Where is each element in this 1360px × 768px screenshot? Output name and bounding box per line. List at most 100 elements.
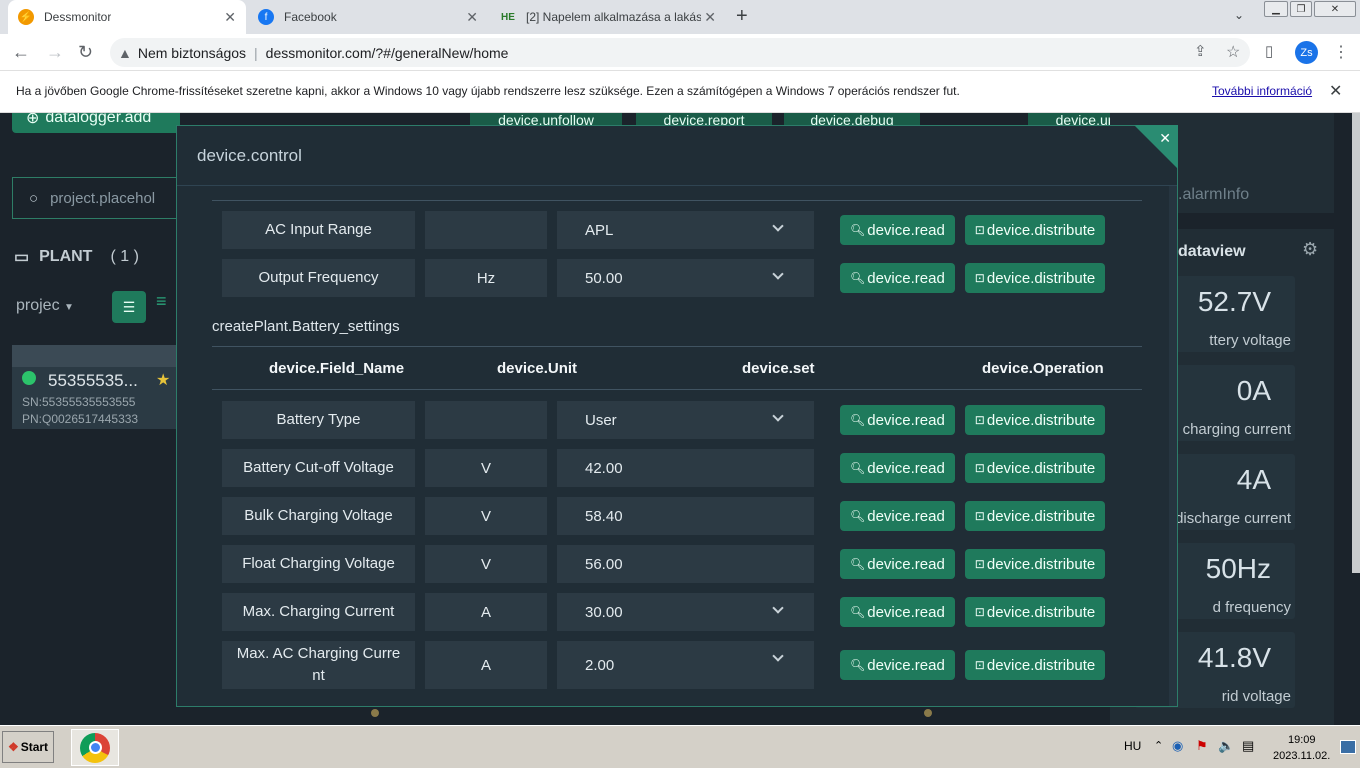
search-icon: 🔍︎ (850, 557, 866, 571)
volume-icon[interactable]: 🔈 (1218, 738, 1234, 754)
read-button[interactable]: 🔍︎ device.read (840, 405, 955, 435)
share-icon[interactable]: ⇪ (1194, 42, 1207, 60)
distribute-button[interactable]: ⊡ device.distribute (964, 597, 1106, 627)
tray-app-icon[interactable]: ◉ (1172, 738, 1183, 754)
tab-napelem[interactable]: HE [2] Napelem alkalmazása a lakás en ✕ (490, 0, 726, 34)
more-info-link[interactable]: További információ (1212, 84, 1312, 98)
search-icon: 🔍︎ (850, 509, 866, 523)
value-select[interactable]: 2.00 (557, 641, 814, 689)
tab-search-icon[interactable]: ⌄ (1234, 8, 1244, 22)
value-input[interactable]: 42.00 (557, 449, 814, 487)
plant-card[interactable]: 55355535... ★ SN:55355535553555 PN:Q0026… (12, 345, 176, 429)
address-bar[interactable]: ▲ Nem biztonságos | dessmonitor.com/?#/g… (110, 38, 1250, 67)
show-hidden-icons[interactable]: ⌃ (1154, 739, 1163, 752)
page-scrollbar[interactable] (1352, 113, 1360, 573)
modal-scrollbar[interactable] (1169, 186, 1177, 706)
tab-facebook[interactable]: f Facebook ✕ (248, 0, 488, 34)
search-placeholder: project.placehol (50, 189, 156, 207)
close-corner[interactable] (1134, 125, 1178, 169)
windows-logo-icon: ❖ (7, 740, 19, 754)
tab-dessmonitor[interactable]: ⚡ Dessmonitor ✕ (8, 0, 246, 34)
chrome-taskbar-button[interactable] (71, 729, 119, 766)
value-select[interactable]: 50.00 (557, 259, 814, 297)
field-value: 50.00 (585, 269, 623, 287)
grid-view-icon[interactable]: ≡ (156, 291, 176, 323)
plant-sn: SN:55355535553555 (22, 395, 136, 409)
new-tab-icon[interactable]: + (736, 5, 748, 28)
menu-dots-icon[interactable]: ⋮ (1333, 42, 1349, 62)
value-input[interactable]: 58.40 (557, 497, 814, 535)
value-select[interactable]: User (557, 401, 814, 439)
clock-date[interactable]: 2023.11.02. (1273, 750, 1330, 762)
distribute-label: device.distribute (986, 507, 1096, 525)
language-indicator[interactable]: HU (1124, 739, 1141, 753)
favorite-star-icon[interactable]: ★ (156, 370, 170, 390)
read-button[interactable]: 🔍︎ device.read (840, 549, 955, 579)
close-window-icon[interactable]: ✕ (1314, 1, 1356, 17)
bookmark-star-icon[interactable]: ☆ (1226, 42, 1240, 62)
chevron-down-icon (772, 650, 784, 662)
read-label: device.read (867, 269, 945, 287)
project-search-input[interactable]: ○ project.placehol (12, 177, 182, 219)
add-datalogger-button[interactable]: ⊕ datalogger.add (12, 113, 180, 133)
tab-title: Dessmonitor (44, 10, 112, 24)
search-icon: 🔍︎ (850, 605, 866, 619)
read-button[interactable]: 🔍︎ device.read (840, 263, 955, 293)
distribute-button[interactable]: ⊡ device.distribute (964, 453, 1106, 483)
setting-row: Float Charging Voltage V 56.00 🔍︎ device.rea… (222, 545, 1115, 583)
url-text[interactable]: dessmonitor.com/?#/generalNew/home (266, 45, 509, 61)
close-tab-icon[interactable]: ✕ (224, 9, 236, 26)
field-value: 42.00 (585, 459, 623, 477)
distribute-button[interactable]: ⊡ device.distribute (964, 215, 1106, 245)
value-input[interactable]: 56.00 (557, 545, 814, 583)
security-label[interactable]: Nem biztonságos (138, 45, 246, 61)
network-icon[interactable]: ▤ (1242, 738, 1254, 754)
read-button[interactable]: 🔍︎ device.read (840, 650, 955, 680)
close-icon[interactable]: ✕ (1159, 130, 1171, 147)
device-control-modal: device.control ✕ AC Input Range APL 🔍︎ devi… (176, 125, 1178, 707)
distribute-button[interactable]: ⊡ device.distribute (964, 405, 1106, 435)
project-select[interactable]: projec ▼ (16, 297, 74, 315)
profile-avatar[interactable]: Zs (1295, 41, 1318, 64)
upload-icon: ⊡ (974, 271, 985, 285)
show-desktop-icon[interactable] (1340, 740, 1356, 754)
infobar-message: Ha a jövőben Google Chrome-frissítéseket… (16, 84, 960, 98)
read-button[interactable]: 🔍︎ device.read (840, 215, 955, 245)
chevron-down-icon (772, 410, 784, 422)
list-view-icon[interactable]: ☰ (112, 291, 146, 323)
read-button[interactable]: 🔍︎ device.read (840, 597, 955, 627)
chevron-down-icon (772, 268, 784, 280)
browser-toolbar: ← → ↻ ▲ Nem biztonságos | dessmonitor.co… (0, 34, 1360, 71)
distribute-label: device.distribute (986, 555, 1096, 573)
clock-time[interactable]: 19:09 (1288, 734, 1316, 746)
setting-row: Max. Charging Current A 30.00 🔍︎ device.read… (222, 593, 1115, 631)
read-label: device.read (867, 507, 945, 525)
distribute-button[interactable]: ⊡ device.distribute (964, 549, 1106, 579)
upload-icon: ⊡ (974, 461, 985, 475)
header-operation: device.Operation (982, 359, 1104, 377)
header-field-name: device.Field_Name (269, 359, 405, 377)
card-value: 4A (1236, 464, 1271, 495)
close-tab-icon[interactable]: ✕ (704, 9, 716, 26)
distribute-button[interactable]: ⊡ device.distribute (964, 650, 1106, 680)
field-unit: A (425, 641, 547, 689)
back-icon[interactable]: ← (12, 42, 30, 63)
start-button[interactable]: ❖ Start (2, 731, 54, 763)
reload-icon[interactable]: ↻ (78, 42, 93, 63)
close-infobar-icon[interactable]: ✕ (1329, 81, 1342, 101)
read-label: device.read (867, 221, 945, 239)
side-panel-icon[interactable]: ▯ (1265, 42, 1273, 60)
read-button[interactable]: 🔍︎ device.read (840, 453, 955, 483)
distribute-button[interactable]: ⊡ device.distribute (964, 501, 1106, 531)
flag-icon[interactable]: ⚑ (1196, 738, 1208, 754)
gear-icon[interactable]: ⚙ (1302, 239, 1318, 260)
forward-icon[interactable]: → (46, 42, 64, 63)
maximize-icon[interactable]: ❐ (1290, 1, 1312, 17)
read-button[interactable]: 🔍︎ device.read (840, 501, 955, 531)
minimize-icon[interactable]: ▁ (1264, 1, 1288, 17)
value-select[interactable]: 30.00 (557, 593, 814, 631)
card-value: 52.7V (1197, 286, 1271, 317)
value-select[interactable]: APL (557, 211, 814, 249)
close-tab-icon[interactable]: ✕ (466, 9, 478, 26)
distribute-button[interactable]: ⊡ device.distribute (964, 263, 1106, 293)
